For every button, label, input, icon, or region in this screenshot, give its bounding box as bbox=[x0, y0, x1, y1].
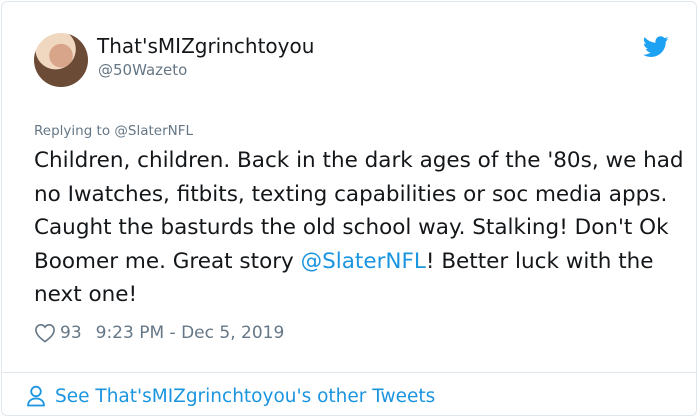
twitter-bird-icon[interactable] bbox=[643, 36, 669, 58]
tweet-meta: 93 9:23 PM - Dec 5, 2019 bbox=[34, 320, 284, 346]
user-handle[interactable]: @50Wazeto bbox=[98, 61, 187, 79]
avatar[interactable] bbox=[34, 33, 88, 87]
see-other-tweets-label: See That'sMIZgrinchtoyou's other Tweets bbox=[55, 385, 436, 407]
like-count: 93 bbox=[60, 323, 82, 343]
tweet-card: That'sMIZgrinchtoyou @50Wazeto Replying … bbox=[1, 1, 697, 416]
tweet-text: Children, children. Back in the dark age… bbox=[34, 144, 684, 312]
replying-to[interactable]: Replying to @SlaterNFL bbox=[34, 123, 193, 139]
display-name[interactable]: That'sMIZgrinchtoyou bbox=[97, 34, 314, 58]
divider bbox=[2, 372, 696, 373]
person-icon bbox=[27, 385, 45, 407]
timestamp[interactable]: 9:23 PM - Dec 5, 2019 bbox=[96, 323, 285, 343]
heart-icon[interactable] bbox=[34, 323, 56, 343]
see-other-tweets-link[interactable]: See That'sMIZgrinchtoyou's other Tweets bbox=[26, 383, 435, 409]
mention-link[interactable]: @SlaterNFL bbox=[301, 249, 426, 274]
